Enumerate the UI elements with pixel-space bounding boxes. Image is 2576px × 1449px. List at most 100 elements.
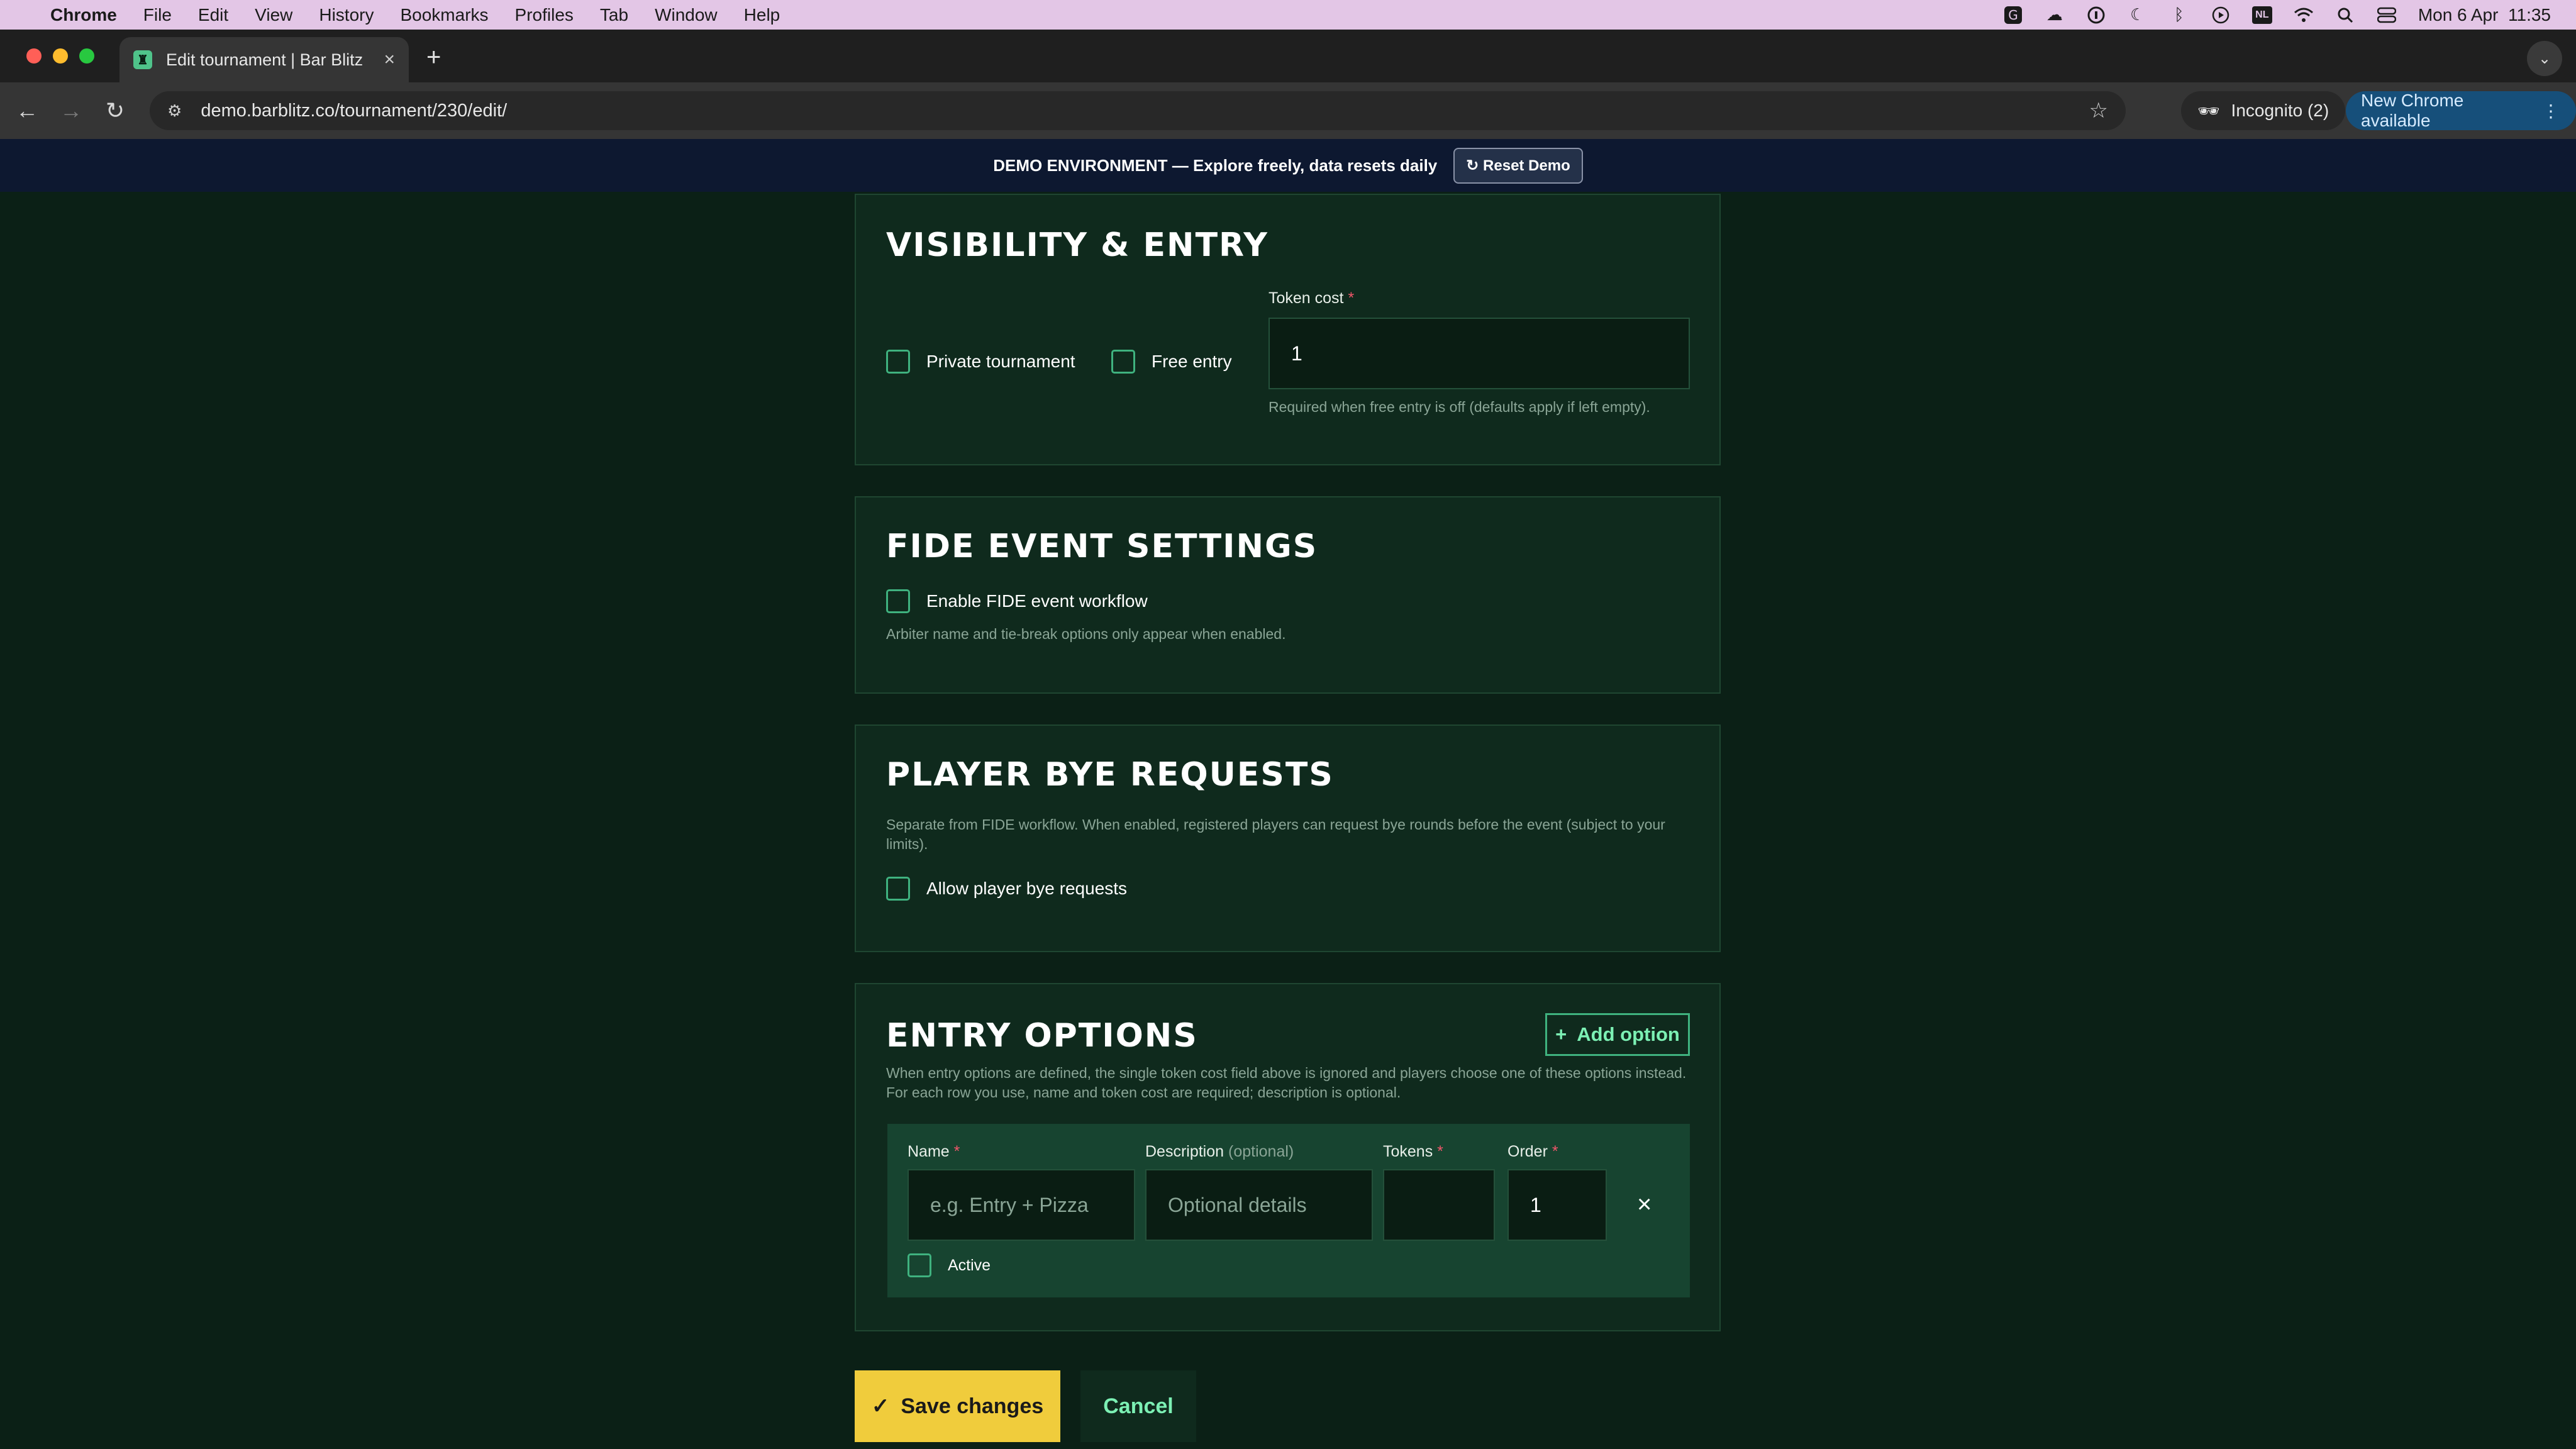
enable-fide-label[interactable]: Enable FIDE event workflow	[926, 591, 1148, 611]
chrome-toolbar: ← → ↻ ⚙ demo.barblitz.co/tournament/230/…	[0, 82, 2576, 139]
grammarly-icon[interactable]: G	[2003, 6, 2023, 24]
new-tab-plus-icon[interactable]: +	[426, 43, 441, 72]
option-active-checkbox[interactable]: Active	[908, 1253, 991, 1277]
option-description-label: Description (optional)	[1145, 1143, 1294, 1161]
spotlight-icon[interactable]	[2335, 6, 2355, 24]
token-cost-label-text: Token cost	[1269, 289, 1344, 307]
wifi-icon[interactable]	[2294, 6, 2314, 24]
player-bye-help-text: Separate from FIDE workflow. When enable…	[886, 816, 1665, 852]
required-asterisk: *	[1552, 1143, 1558, 1160]
onepassword-icon[interactable]	[2086, 6, 2106, 24]
required-asterisk: *	[953, 1143, 960, 1160]
bookmark-star-icon[interactable]: ☆	[2089, 98, 2108, 123]
menu-file[interactable]: File	[143, 5, 172, 25]
option-name-label-text: Name	[908, 1143, 950, 1160]
menu-window[interactable]: Window	[655, 5, 718, 25]
menu-bookmarks[interactable]: Bookmarks	[400, 5, 488, 25]
incognito-icon: 🕶	[2197, 101, 2220, 121]
tab-title: Edit tournament | Bar Blitz	[166, 50, 364, 69]
add-option-button[interactable]: + Add option	[1545, 1013, 1690, 1056]
close-tab-icon[interactable]: ×	[384, 49, 395, 70]
option-order-label: Order *	[1507, 1143, 1558, 1161]
fide-settings-title: FIDE EVENT SETTINGS	[886, 528, 1318, 565]
menu-history[interactable]: History	[319, 5, 374, 25]
menu-help[interactable]: Help	[744, 5, 780, 25]
free-entry-checkbox[interactable]: Free entry	[1111, 350, 1232, 374]
required-asterisk: *	[1437, 1143, 1443, 1160]
bluetooth-icon[interactable]: ᛒ	[2169, 5, 2189, 24]
cancel-button[interactable]: Cancel	[1080, 1370, 1196, 1442]
url-text[interactable]: demo.barblitz.co/tournament/230/edit/	[201, 101, 507, 121]
checkbox-box[interactable]	[1111, 350, 1135, 374]
checkbox-box[interactable]	[886, 877, 910, 901]
private-tournament-checkbox[interactable]: Private tournament	[886, 350, 1075, 374]
entry-options-card: ENTRY OPTIONS + Add option When entry op…	[855, 983, 1721, 1331]
checkbox-box[interactable]	[886, 350, 910, 374]
private-tournament-label[interactable]: Private tournament	[926, 352, 1075, 372]
menu-profiles[interactable]: Profiles	[515, 5, 574, 25]
allow-bye-requests-label[interactable]: Allow player bye requests	[926, 879, 1127, 899]
option-tokens-label: Tokens *	[1383, 1143, 1443, 1161]
menu-tab[interactable]: Tab	[600, 5, 628, 25]
moon-icon[interactable]: ☾	[2128, 5, 2148, 24]
player-bye-card: PLAYER BYE REQUESTS Separate from FIDE w…	[855, 724, 1721, 952]
nl-icon[interactable]: NL	[2251, 6, 2272, 24]
option-order-label-text: Order	[1507, 1143, 1548, 1160]
visibility-entry-title: VISIBILITY & ENTRY	[886, 226, 1269, 264]
option-name-label: Name *	[908, 1143, 960, 1161]
checkbox-box[interactable]	[908, 1253, 931, 1277]
entry-option-row: Name * Description (optional) Tokens * O…	[887, 1124, 1690, 1297]
play-icon[interactable]	[2211, 6, 2231, 24]
entry-options-help-2: For each row you use, name and token cos…	[886, 1084, 1401, 1101]
required-asterisk: *	[1348, 289, 1355, 307]
enable-fide-checkbox[interactable]: Enable FIDE event workflow	[886, 589, 1148, 613]
zoom-window-button[interactable]	[79, 48, 94, 64]
reset-demo-button[interactable]: ↻ Reset Demo	[1453, 147, 1583, 184]
save-changes-label: Save changes	[901, 1394, 1044, 1418]
allow-bye-requests-checkbox[interactable]: Allow player bye requests	[886, 877, 1127, 901]
player-bye-title: PLAYER BYE REQUESTS	[886, 756, 1334, 794]
save-changes-button[interactable]: ✓ Save changes	[855, 1370, 1060, 1442]
add-option-label: Add option	[1577, 1023, 1680, 1045]
option-active-label[interactable]: Active	[948, 1257, 991, 1275]
entry-options-title: ENTRY OPTIONS	[886, 1017, 1198, 1055]
kebab-menu-icon[interactable]: ⋮	[2542, 101, 2560, 121]
update-label: New Chrome available	[2361, 91, 2464, 130]
tab-edit-tournament[interactable]: ♜ Edit tournament | Bar Blitz ×	[119, 37, 409, 82]
new-chrome-available-button[interactable]: New Chrome available ⋮	[2346, 91, 2576, 130]
incognito-label: Incognito (2)	[2231, 101, 2329, 120]
svg-text:G: G	[2008, 8, 2018, 23]
checkbox-box[interactable]	[886, 589, 910, 613]
cloud-icon[interactable]: ☁	[2045, 5, 2065, 24]
option-tokens-input[interactable]	[1383, 1169, 1495, 1241]
fide-help-text: Arbiter name and tie-break options only …	[886, 626, 1286, 642]
fide-settings-card: FIDE EVENT SETTINGS Enable FIDE event wo…	[855, 496, 1721, 694]
option-order-input[interactable]: 1	[1507, 1169, 1607, 1241]
tab-search-chevron-icon[interactable]: ⌄	[2527, 41, 2562, 76]
address-bar[interactable]: ⚙ demo.barblitz.co/tournament/230/edit/ …	[150, 91, 2126, 130]
menu-edit[interactable]: Edit	[198, 5, 228, 25]
option-description-label-text: Description	[1145, 1143, 1224, 1160]
optional-hint: (optional)	[1228, 1143, 1294, 1160]
forward-arrow-icon[interactable]: →	[49, 97, 93, 124]
control-center-icon[interactable]	[2377, 6, 2397, 24]
minimize-window-button[interactable]	[53, 48, 68, 64]
free-entry-label[interactable]: Free entry	[1152, 352, 1232, 372]
option-name-input[interactable]: e.g. Entry + Pizza	[908, 1169, 1135, 1241]
menu-view[interactable]: View	[255, 5, 292, 25]
menu-app-name[interactable]: Chrome	[50, 5, 117, 25]
remove-option-close-icon[interactable]: ×	[1637, 1191, 1652, 1219]
incognito-indicator[interactable]: 🕶 Incognito (2)	[2181, 91, 2346, 130]
macos-menu-bar: Chrome File Edit View History Bookmarks …	[0, 0, 2576, 30]
reload-icon[interactable]: ↻	[93, 97, 137, 124]
site-settings-icon[interactable]: ⚙	[167, 101, 182, 121]
token-cost-input[interactable]: 1	[1269, 318, 1690, 389]
menu-clock[interactable]: Mon 6 Apr 11:35	[2418, 5, 2551, 25]
close-window-button[interactable]	[26, 48, 42, 64]
token-cost-label: Token cost *	[1269, 289, 1354, 308]
token-cost-help: Required when free entry is off (default…	[1269, 399, 1650, 415]
option-tokens-label-text: Tokens	[1383, 1143, 1433, 1160]
option-description-input[interactable]: Optional details	[1145, 1169, 1373, 1241]
back-arrow-icon[interactable]: ←	[5, 97, 49, 124]
demo-environment-banner: DEMO ENVIRONMENT — Explore freely, data …	[0, 139, 2576, 192]
